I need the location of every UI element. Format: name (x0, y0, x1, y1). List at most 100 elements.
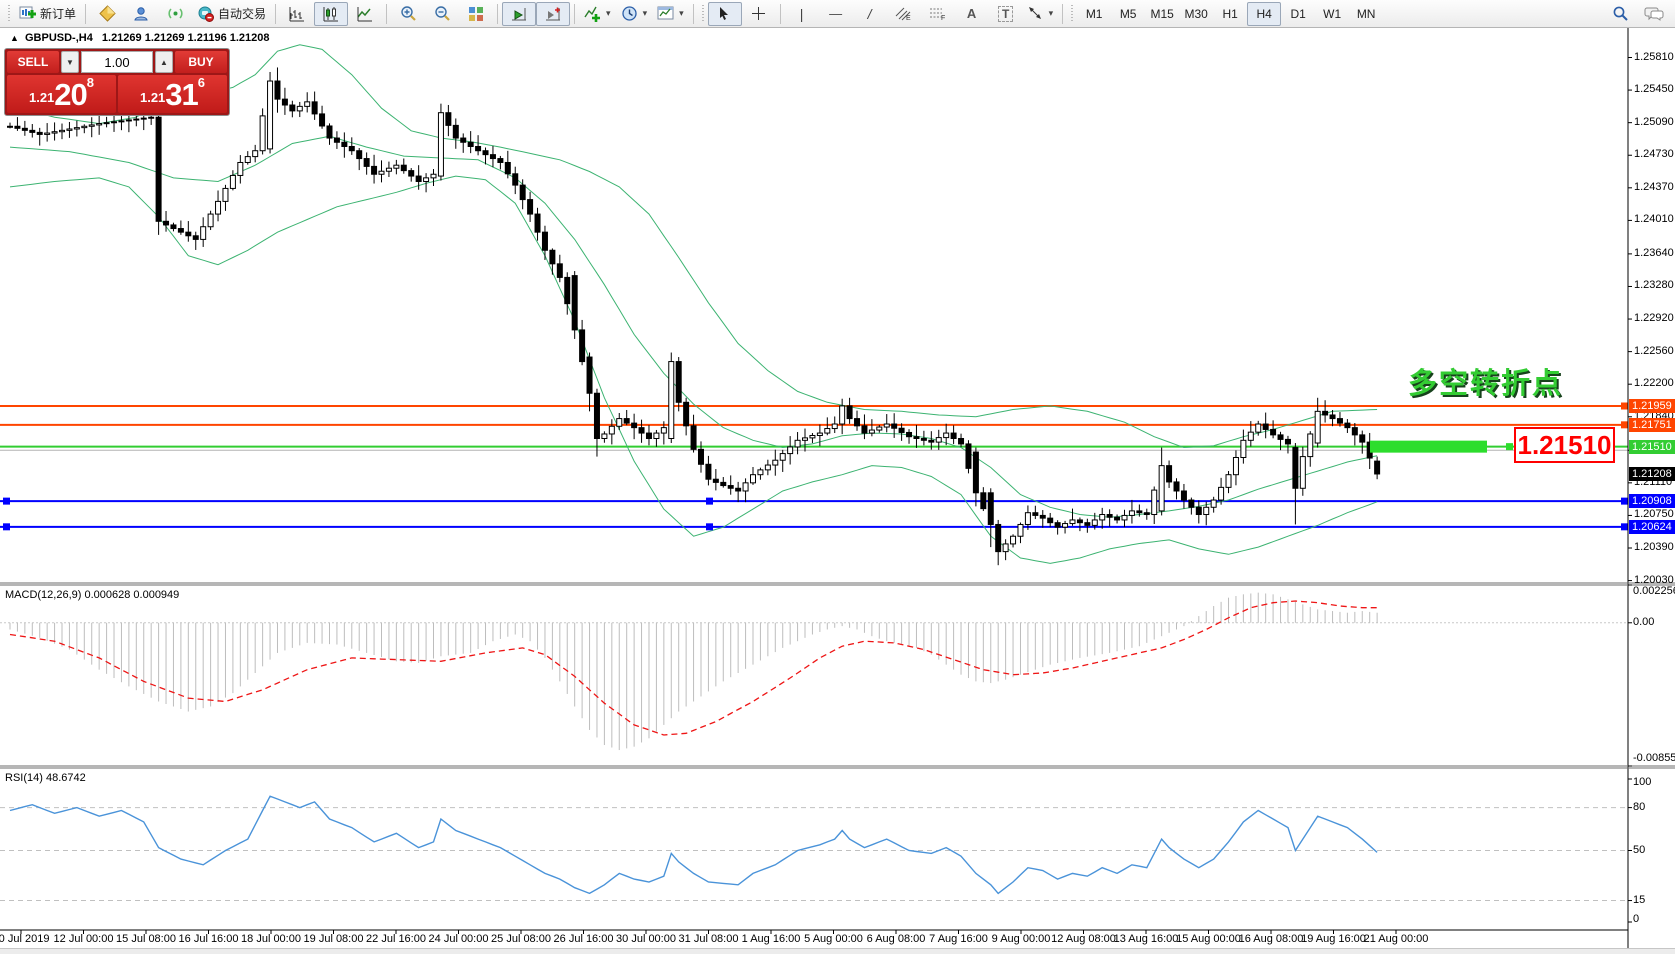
line-selection-marker[interactable] (1621, 498, 1628, 505)
clock-icon (621, 5, 638, 22)
macd-tick-label: 0.00 (1633, 616, 1654, 628)
cursor-tool-button[interactable] (708, 2, 742, 26)
sell-price-display[interactable]: 1.21208 (7, 75, 116, 113)
sell-button[interactable]: SELL (7, 51, 59, 73)
rsi-tick-label: 80 (1633, 801, 1645, 813)
timeframe-D1[interactable]: D1 (1281, 2, 1315, 26)
macd-tick-label: 0.002256 (1633, 585, 1675, 597)
time-axis-label: 30 Jul 00:00 (616, 933, 676, 945)
search-button[interactable] (1603, 2, 1637, 26)
time-axis-label: 13 Aug 16:00 (1114, 933, 1179, 945)
vertical-line-icon: | (800, 6, 804, 22)
buy-price-pip: 6 (198, 76, 205, 89)
line-selection-marker[interactable] (3, 523, 10, 530)
fibonacci-tool-button[interactable]: F (921, 2, 955, 26)
auto-scroll-button[interactable] (502, 2, 536, 26)
toolbar-grip[interactable] (6, 5, 12, 23)
templates-button[interactable]: ▾ (652, 2, 689, 26)
candlestick-chart-icon (323, 6, 339, 22)
line-selection-marker[interactable] (1621, 403, 1628, 410)
line-chart-icon (357, 6, 373, 22)
timeframe-M1[interactable]: M1 (1077, 2, 1111, 26)
mt4-window: 新订单 自动交易 (0, 0, 1675, 954)
price-callout-box[interactable]: 1.21510 (1514, 427, 1615, 463)
zoom-out-icon (434, 5, 451, 22)
candlestick-chart-button[interactable] (314, 2, 348, 26)
line-selection-marker[interactable] (1621, 523, 1628, 530)
current-price-badge: 1.21208 (1629, 467, 1675, 481)
horizontal-line-tool-button[interactable]: — (819, 2, 853, 26)
price-line-badge: 1.20908 (1629, 494, 1675, 508)
collapse-arrow-icon[interactable]: ▲ (10, 33, 19, 43)
sell-price-pip: 8 (87, 76, 94, 89)
volume-input[interactable]: 1.00 (81, 51, 153, 73)
price-tick-label: 1.23280 (1634, 279, 1674, 291)
time-axis-label: 7 Aug 16:00 (929, 933, 988, 945)
price-tick-label: 1.25090 (1634, 116, 1674, 128)
new-order-label: 新订单 (40, 5, 76, 22)
timeframe-M15[interactable]: M15 (1145, 2, 1179, 26)
bar-chart-button[interactable] (280, 2, 314, 26)
line-selection-marker[interactable] (3, 498, 10, 505)
crosshair-tool-button[interactable] (742, 2, 776, 26)
timeframe-W1[interactable]: W1 (1315, 2, 1349, 26)
price-tick-label: 1.22200 (1634, 377, 1674, 389)
timeframe-M5[interactable]: M5 (1111, 2, 1145, 26)
line-selection-marker[interactable] (706, 523, 713, 530)
search-icon (1612, 5, 1629, 22)
price-line-badge: 1.20624 (1629, 520, 1675, 534)
rsi-line (10, 796, 1377, 893)
timeframe-H4[interactable]: H4 (1247, 2, 1281, 26)
trendline-tool-button[interactable]: / (853, 2, 887, 26)
timeframe-M30[interactable]: M30 (1179, 2, 1213, 26)
zoom-in-button[interactable] (391, 2, 425, 26)
svg-text:F: F (941, 15, 945, 21)
indicators-button[interactable]: ▾ (579, 2, 616, 26)
toolbar-grip[interactable] (1069, 5, 1075, 23)
toolbar-separator (780, 4, 781, 24)
price-line-badge: 1.21751 (1629, 418, 1675, 432)
line-selection-marker[interactable] (1506, 443, 1513, 450)
chart-canvas[interactable] (0, 0, 1675, 954)
line-selection-marker[interactable] (1621, 421, 1628, 428)
chat-button[interactable] (1637, 2, 1671, 26)
vertical-line-tool-button[interactable]: | (785, 2, 819, 26)
indicators-icon (584, 5, 601, 22)
chart-annotation-text[interactable]: 多空转折点 (1408, 360, 1563, 402)
new-order-button[interactable]: 新订单 (14, 2, 81, 26)
text-label-tool-button[interactable]: T (989, 2, 1023, 26)
zoom-out-button[interactable] (425, 2, 459, 26)
price-tick-label: 1.25450 (1634, 83, 1674, 95)
time-axis-label: 12 Jul 00:00 (54, 933, 114, 945)
bollinger-bands (10, 45, 1377, 564)
price-tick-label: 1.24730 (1634, 148, 1674, 160)
symbol-name: GBPUSD-,H4 (25, 32, 93, 44)
signals-button[interactable] (158, 2, 192, 26)
horizontal-line-objects (0, 406, 1628, 527)
arrows-tool-button[interactable]: ▾ (1023, 2, 1059, 26)
line-selection-marker[interactable] (706, 498, 713, 505)
arrows-icon (1028, 6, 1044, 21)
channel-tool-button[interactable]: E (887, 2, 921, 26)
timeframe-MN[interactable]: MN (1349, 2, 1383, 26)
periods-button[interactable]: ▾ (616, 2, 653, 26)
time-axis-label: 25 Jul 08:00 (491, 933, 551, 945)
toolbar-grip[interactable] (700, 5, 706, 23)
highlight-zone[interactable] (1370, 441, 1487, 453)
price-tick-label: 1.25810 (1634, 51, 1674, 63)
buy-button[interactable]: BUY (175, 51, 227, 73)
line-chart-button[interactable] (348, 2, 382, 26)
metaeditor-button[interactable] (90, 2, 124, 26)
buy-price-display[interactable]: 1.21316 (118, 75, 227, 113)
text-tool-button[interactable]: A (955, 2, 989, 26)
timeframe-H1[interactable]: H1 (1213, 2, 1247, 26)
fibonacci-icon: F (929, 6, 946, 21)
volume-decrease-button[interactable]: ▼ (61, 51, 79, 73)
profile-button[interactable] (124, 2, 158, 26)
rsi-tick-label: 15 (1633, 894, 1645, 906)
volume-increase-button[interactable]: ▲ (155, 51, 173, 73)
tile-windows-button[interactable] (459, 2, 493, 26)
auto-trading-button[interactable]: 自动交易 (192, 2, 271, 26)
chart-shift-button[interactable] (536, 2, 570, 26)
price-tick-label: 1.22920 (1634, 312, 1674, 324)
